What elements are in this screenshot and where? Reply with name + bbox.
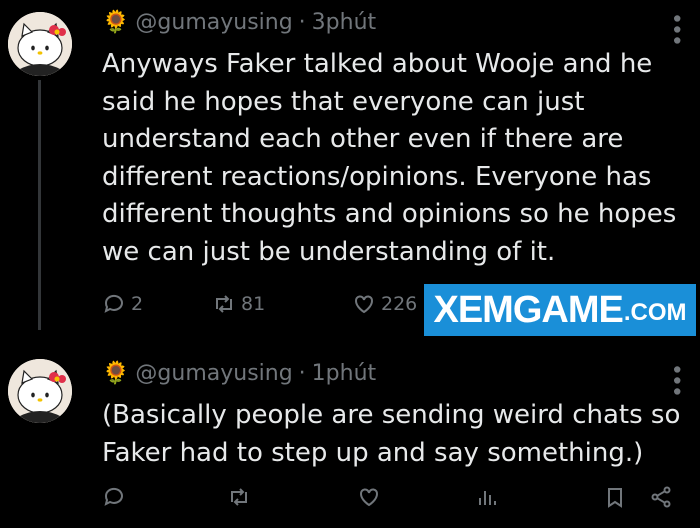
watermark-main: XEMGAME — [433, 288, 623, 331]
timestamp[interactable]: 3phút — [312, 10, 376, 35]
xemgame-watermark: XEMGAME .COM — [424, 284, 696, 336]
timestamp[interactable]: 1phút — [312, 361, 376, 386]
tweet-header: 🌻 @gumayusing · 1phút — [102, 361, 376, 386]
heart-icon — [355, 295, 373, 314]
tweet-actions — [102, 485, 692, 509]
share-button[interactable] — [649, 485, 673, 509]
reply-button[interactable] — [102, 485, 227, 509]
user-handle[interactable]: @gumayusing — [135, 361, 292, 386]
retweet-icon — [216, 295, 232, 313]
tweet-actions: 2 81 226 — [102, 292, 417, 316]
views-button[interactable] — [475, 485, 603, 509]
sunflower-icon: 🌻 — [102, 361, 130, 386]
avatar[interactable] — [8, 12, 72, 76]
watermark-suffix: .COM — [623, 299, 687, 326]
reply-icon — [104, 487, 123, 506]
separator: · — [298, 361, 306, 386]
tweet-text: Anyways Faker talked about Wooje and he … — [102, 49, 677, 267]
bookmark-icon — [608, 488, 622, 508]
reply-count: 2 — [131, 293, 144, 315]
reply-icon — [104, 294, 123, 313]
hello-kitty-avatar-icon — [8, 12, 72, 76]
tweet-2[interactable]: 🌻 @gumayusing · 1phút ••• (Basically peo… — [0, 345, 700, 528]
avatar[interactable] — [8, 359, 72, 423]
tweet-header: 🌻 @gumayusing · 3phút — [102, 10, 376, 35]
sunflower-icon: 🌻 — [102, 10, 130, 35]
analytics-icon — [479, 491, 496, 505]
retweet-icon — [231, 488, 247, 506]
user-handle[interactable]: @gumayusing — [135, 10, 292, 35]
tweet-text: (Basically people are sending weird chat… — [102, 400, 681, 468]
like-button[interactable] — [357, 485, 475, 509]
like-button[interactable]: 226 — [352, 292, 417, 316]
like-count: 226 — [381, 293, 418, 315]
more-options-icon[interactable]: ••• — [663, 12, 688, 45]
bookmark-button[interactable] — [603, 485, 649, 509]
more-options-icon[interactable]: ••• — [663, 363, 688, 396]
retweet-button[interactable] — [227, 485, 357, 509]
retweet-button[interactable]: 81 — [212, 292, 352, 316]
thread-line — [38, 80, 41, 330]
heart-icon — [360, 488, 378, 507]
share-icon — [651, 486, 671, 508]
retweet-count: 81 — [241, 293, 266, 315]
separator: · — [298, 10, 306, 35]
hello-kitty-avatar-icon — [8, 359, 72, 423]
reply-button[interactable]: 2 — [102, 292, 212, 316]
